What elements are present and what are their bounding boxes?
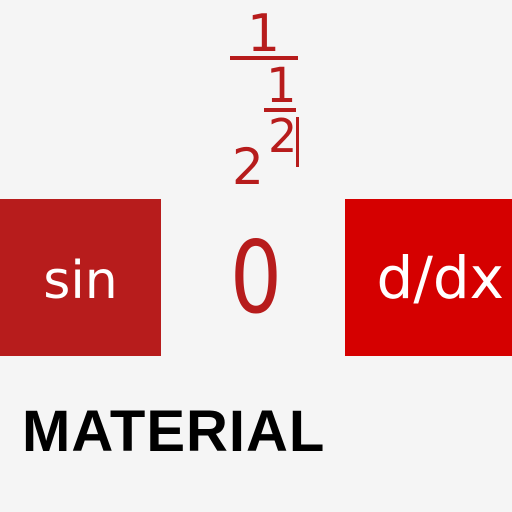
inner-denominator: 2 — [268, 109, 298, 163]
sin-button[interactable]: sin — [0, 199, 161, 356]
derivative-button[interactable]: d/dx — [345, 199, 512, 356]
exponent-base: 2 — [232, 138, 264, 196]
inner-numerator: 1 — [266, 58, 297, 114]
outer-numerator: 1 — [247, 4, 281, 64]
result-display: 0 — [229, 218, 283, 336]
brand-label: MATERIAL — [22, 399, 326, 464]
text-cursor — [296, 117, 299, 167]
